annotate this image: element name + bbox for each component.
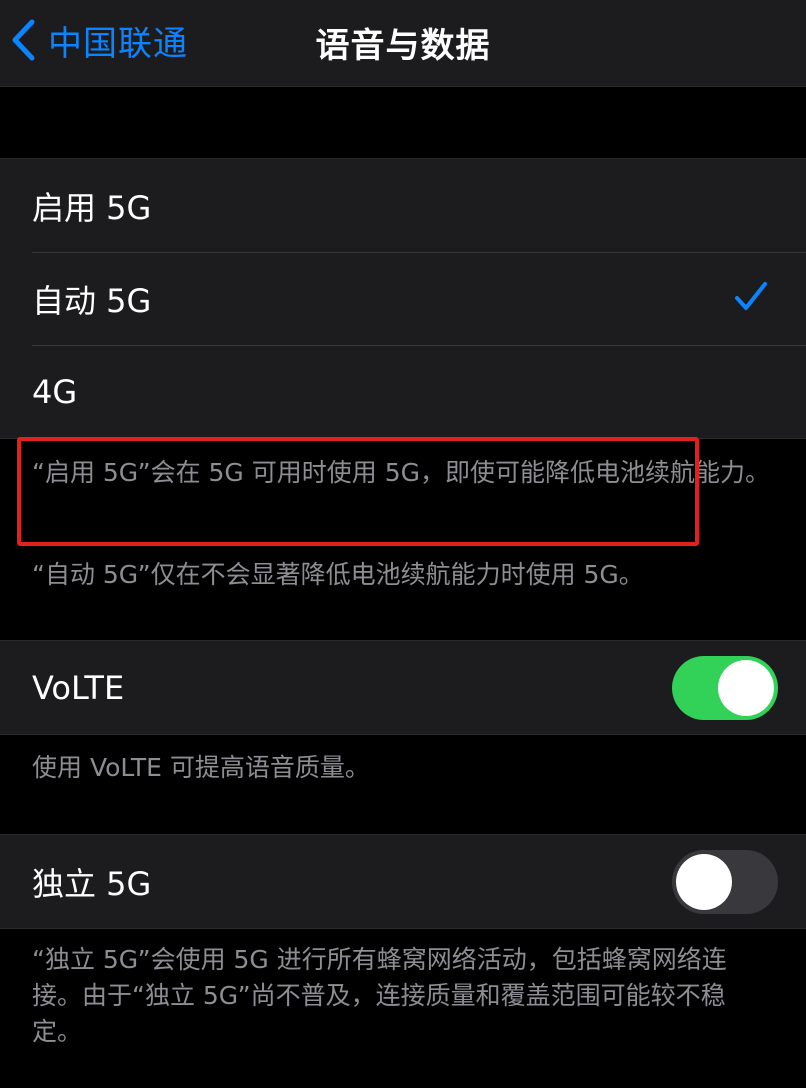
navigation-bar: 中国联通 语音与数据 (0, 0, 806, 87)
page-title: 语音与数据 (315, 26, 491, 66)
volte-footnote: 使用 VoLTE 可提高语音质量。 (32, 753, 370, 782)
volte-label: VoLTE (32, 668, 125, 707)
option-4g[interactable]: 4G (0, 345, 806, 438)
option-auto-5g[interactable]: 自动 5G (0, 252, 806, 345)
standalone-5g-group: 独立 5G (0, 834, 806, 929)
highlight-box (17, 437, 699, 546)
volte-row: VoLTE (0, 641, 806, 734)
auto-5g-footnote: “自动 5G”仅在不会显著降低电池续航能力时使用 5G。 (32, 560, 644, 589)
toggle-knob (718, 660, 774, 716)
option-label: 自动 5G (32, 281, 152, 320)
option-label: 4G (32, 372, 78, 411)
checkmark-icon (734, 280, 768, 322)
network-mode-group: 启用 5G 自动 5G 4G (0, 158, 806, 439)
option-label: 启用 5G (32, 188, 152, 227)
standalone-5g-row: 独立 5G (0, 835, 806, 928)
toggle-knob (676, 854, 732, 910)
standalone-5g-footnote: “独立 5G”会使用 5G 进行所有蜂窝网络活动，包括蜂窝网络连接。由于“独立 … (32, 945, 727, 1046)
option-enable-5g[interactable]: 启用 5G (0, 159, 806, 252)
volte-toggle[interactable] (672, 656, 778, 720)
standalone-5g-toggle[interactable] (672, 850, 778, 914)
standalone-5g-label: 独立 5G (32, 864, 152, 903)
volte-group: VoLTE (0, 640, 806, 735)
